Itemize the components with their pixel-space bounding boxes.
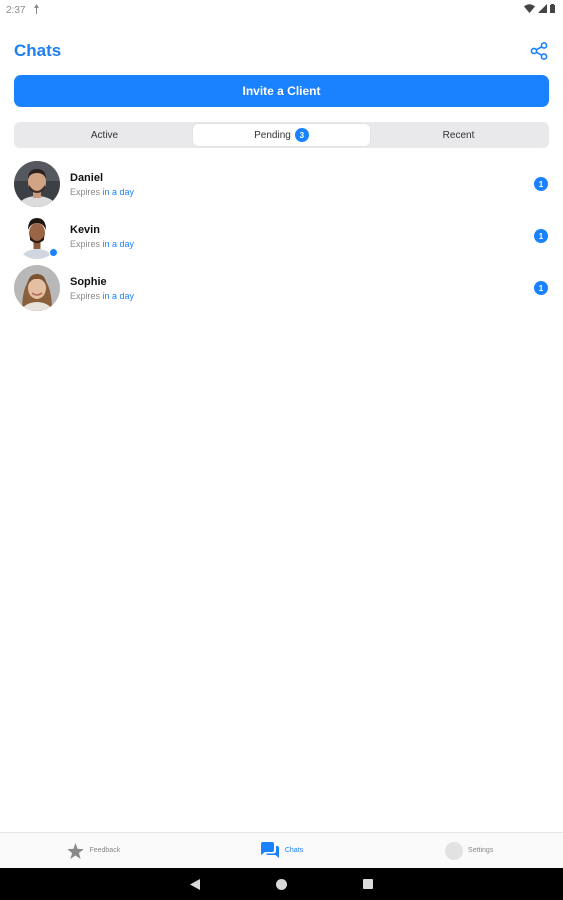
back-button[interactable] [190, 878, 200, 890]
nav-chats[interactable]: Chats [188, 833, 376, 868]
tab-recent[interactable]: Recent [370, 124, 547, 146]
wifi-icon [524, 4, 535, 16]
recents-square-icon [363, 879, 373, 889]
nav-settings[interactable]: Settings [375, 833, 563, 868]
chat-list-item[interactable]: Daniel Expires in a day 1 [0, 158, 563, 210]
unread-badge: 1 [534, 177, 548, 191]
chat-name: Daniel [70, 171, 104, 184]
expiry-value: in a day [102, 290, 135, 301]
back-triangle-icon [190, 878, 200, 890]
tab-active[interactable]: Active [16, 124, 193, 146]
share-icon [530, 42, 548, 60]
status-bar: 2:37 [0, 0, 563, 20]
share-button[interactable] [528, 40, 550, 62]
chat-list-item[interactable]: Kevin Expires in a day 1 [0, 210, 563, 262]
home-circle-icon [276, 878, 287, 890]
chat-name: Sophie [70, 275, 107, 288]
recents-button[interactable] [363, 879, 373, 889]
unread-badge: 1 [534, 229, 548, 243]
tab-pending[interactable]: Pending 3 [193, 124, 370, 146]
settings-avatar-icon [445, 841, 464, 860]
header: Chats [14, 38, 550, 64]
signal-icon [538, 4, 547, 16]
chat-expiry: Expires in a day [70, 290, 135, 301]
unread-badge: 1 [534, 281, 548, 295]
avatar [14, 161, 60, 207]
chat-name: Kevin [70, 223, 100, 236]
tab-label: Pending [254, 129, 291, 141]
chat-expiry: Expires in a day [70, 186, 135, 197]
expiry-value: in a day [102, 238, 135, 249]
invite-client-button[interactable]: Invite a Client [14, 75, 549, 107]
online-indicator [49, 248, 58, 257]
expiry-value: in a day [102, 186, 135, 197]
chat-list-item[interactable]: Sophie Expires in a day 1 [0, 262, 563, 314]
status-time: 2:37 [6, 4, 26, 16]
nav-label: Settings [468, 847, 494, 854]
bottom-nav: Feedback Chats Settings [0, 832, 563, 868]
notification-icon [33, 3, 40, 17]
tab-label: Active [90, 129, 119, 141]
chat-filter-tabs: Active Pending 3 Recent [14, 122, 549, 148]
chat-bubbles-icon [260, 842, 279, 858]
chat-expiry: Expires in a day [70, 238, 135, 249]
page-title: Chats [14, 41, 62, 60]
nav-label: Feedback [89, 847, 121, 854]
avatar [14, 265, 60, 311]
home-button[interactable] [276, 878, 287, 890]
chat-list: Daniel Expires in a day 1 Kevin Expires … [0, 158, 563, 314]
nav-feedback[interactable]: Feedback [0, 833, 188, 868]
battery-icon [550, 4, 555, 16]
system-nav-bar [0, 868, 563, 900]
pending-count-badge: 3 [294, 128, 309, 142]
nav-label: Chats [284, 847, 304, 854]
tab-label: Recent [442, 129, 475, 141]
star-icon [67, 842, 85, 859]
